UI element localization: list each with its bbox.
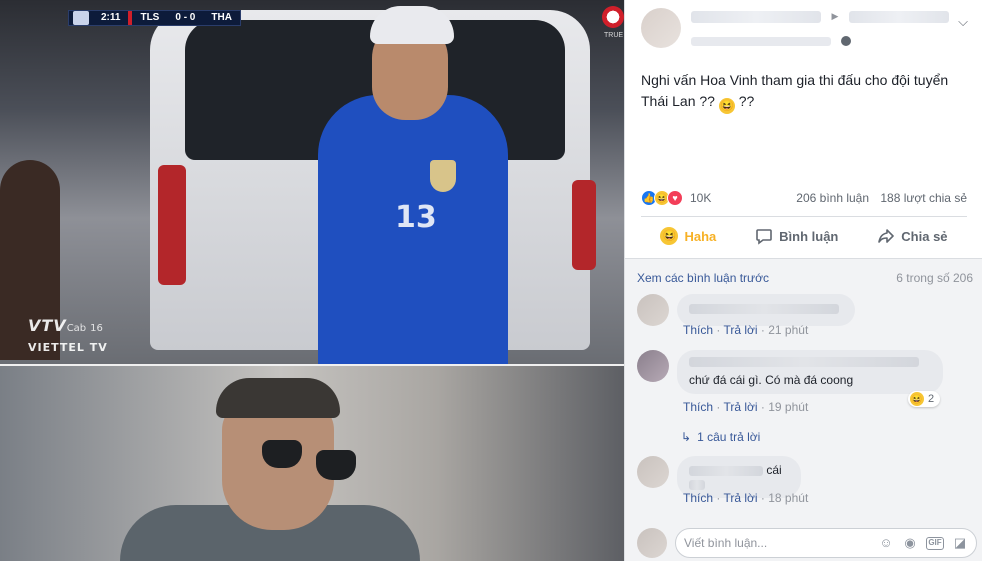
- comment-item: chứ đá cái gì. Có mà đá coong: [637, 350, 943, 394]
- reply-comment-link[interactable]: Trả lời: [723, 323, 757, 337]
- commenter-avatar[interactable]: [637, 456, 669, 488]
- match-score: 0 - 0: [175, 12, 196, 23]
- haha-icon: 😆: [910, 392, 924, 406]
- love-icon[interactable]: ♥: [667, 190, 683, 206]
- comment-text-blurred: [689, 479, 705, 490]
- reply-arrow-icon: ↳: [681, 430, 692, 444]
- channel-logo-text: TRUE: [604, 32, 624, 39]
- engagement-counts: 206 bình luận 188 lượt chia sẻ: [788, 191, 967, 205]
- post-text-line1: Nghi vấn Hoa Vinh tham gia thi đấu cho đ…: [641, 72, 949, 88]
- current-user-avatar[interactable]: [637, 528, 667, 558]
- page-root: 13 2:11 TLS 0 - 0 THA VTVCab 16 VIETTEL T…: [0, 0, 982, 561]
- comments-count[interactable]: 206 bình luận: [796, 191, 869, 205]
- comment-input-placeholder: Viết bình luận...: [684, 536, 768, 550]
- commenter-avatar[interactable]: [637, 294, 669, 326]
- watermark-sub: Cab: [66, 323, 87, 334]
- post-actions: 😆 Haha Bình luận Chia sẻ: [641, 219, 967, 253]
- post-photo[interactable]: 13 2:11 TLS 0 - 0 THA VTVCab 16 VIETTEL T…: [0, 0, 624, 561]
- reactions-count[interactable]: 10K: [690, 191, 711, 205]
- globe-icon: [841, 36, 852, 46]
- tournament-logo-icon: [73, 11, 89, 25]
- jersey-crest: [430, 160, 456, 192]
- comment-label: Bình luận: [779, 228, 839, 244]
- scoreboard: 2:11 TLS 0 - 0 THA: [68, 10, 241, 26]
- comment-time[interactable]: 21 phút: [768, 323, 808, 337]
- commenter-avatar[interactable]: [637, 350, 669, 382]
- like-comment-link[interactable]: Thích: [683, 400, 713, 414]
- commenter-name-blurred[interactable]: [689, 357, 919, 367]
- comment-icon: [755, 227, 773, 245]
- jersey-number: 13: [395, 200, 437, 235]
- post-timestamp-blurred[interactable]: [691, 36, 831, 46]
- comment-composer: Viết bình luận... ☺ ◉ GIF ◪: [637, 528, 977, 558]
- watermark-brand: VTV: [28, 316, 67, 335]
- laughing-emoji-icon: 😆: [718, 98, 735, 114]
- comment-meta: Thích · Trả lời · 18 phút: [683, 491, 809, 505]
- watermark-channel: 16: [90, 323, 103, 334]
- van-taillight-left: [158, 165, 186, 285]
- comment-button[interactable]: Bình luận: [755, 227, 838, 245]
- author-avatar[interactable]: [641, 8, 681, 48]
- reactions-summary: 👍 😆 ♥ 10K 206 bình luận 188 lượt chia sẻ: [641, 188, 967, 208]
- author-name-blurred[interactable]: [691, 10, 821, 23]
- like-comment-link[interactable]: Thích: [683, 491, 713, 505]
- view-previous-comments-link[interactable]: Xem các bình luận trước: [637, 271, 769, 285]
- caret-right-icon: ▶: [831, 11, 839, 22]
- comment-text: cái: [766, 463, 782, 477]
- haha-button[interactable]: 😆 Haha: [660, 227, 716, 245]
- comments-shown-count: 6 trong số 206: [896, 271, 973, 285]
- comment-text-blurred: [689, 303, 839, 314]
- comment-bubble: [677, 294, 855, 326]
- sunglasses-left-lens: [262, 440, 302, 468]
- post-text-line2-prefix: Thái Lan ??: [641, 93, 719, 109]
- replies-count: 1 câu trả lời: [697, 430, 761, 444]
- away-team: THA: [211, 12, 232, 23]
- comment-meta: Thích · Trả lời · 19 phút: [683, 400, 809, 414]
- portrait-hair: [216, 378, 340, 418]
- sticker-icon[interactable]: ◪: [952, 535, 968, 551]
- post-header: ▶ ⌵: [641, 8, 972, 54]
- view-replies-link[interactable]: ↳ 1 câu trả lời: [681, 430, 760, 444]
- comment-bubble: chứ đá cái gì. Có mà đá coong: [677, 350, 943, 394]
- match-time: 2:11: [101, 12, 121, 23]
- share-label: Chia sẻ: [901, 228, 948, 244]
- comment-input[interactable]: Viết bình luận... ☺ ◉ GIF ◪: [675, 528, 977, 558]
- share-icon: [877, 227, 895, 245]
- comment-time[interactable]: 19 phút: [768, 400, 808, 414]
- shares-count[interactable]: 188 lượt chia sẻ: [880, 191, 967, 205]
- smiley-icon[interactable]: ☺: [878, 535, 894, 551]
- page-name-blurred[interactable]: [848, 10, 949, 23]
- comment-reaction-badge[interactable]: 😆 2: [908, 391, 941, 407]
- sunglasses-right-lens: [316, 450, 356, 480]
- reply-comment-link[interactable]: Trả lời: [723, 400, 757, 414]
- broadcaster-watermark: VTVCab 16 VIETTEL TV: [28, 316, 108, 354]
- comment-meta: Thích · Trả lời · 21 phút: [683, 323, 809, 337]
- post-text: Nghi vấn Hoa Vinh tham gia thi đấu cho đ…: [641, 70, 961, 114]
- commenter-name-blurred[interactable]: [689, 465, 763, 476]
- comment-time[interactable]: 18 phút: [768, 491, 808, 505]
- post-text-line2-suffix: ??: [734, 93, 755, 109]
- camera-icon[interactable]: ◉: [902, 535, 918, 551]
- comment-item: [637, 294, 855, 326]
- post-side-panel: ▶ ⌵ Nghi vấn Hoa Vinh tham gia thi đấu c…: [624, 0, 982, 561]
- menu-chevron-icon[interactable]: ⌵: [958, 14, 968, 30]
- comment-text: chứ đá cái gì. Có mà đá coong: [689, 373, 854, 387]
- watermark-network: VIETTEL TV: [28, 341, 108, 354]
- comment-reaction-count: 2: [928, 393, 935, 405]
- share-button[interactable]: Chia sẻ: [877, 227, 948, 245]
- van-taillight-right: [572, 180, 596, 270]
- author-info: ▶: [691, 8, 951, 54]
- channel-logo-icon: [602, 6, 624, 28]
- like-comment-link[interactable]: Thích: [683, 323, 713, 337]
- home-team: TLS: [140, 12, 160, 23]
- divider: [641, 216, 967, 217]
- reply-comment-link[interactable]: Trả lời: [723, 491, 757, 505]
- haha-icon: 😆: [660, 227, 679, 245]
- haha-label: Haha: [684, 228, 717, 244]
- comments-header: Xem các bình luận trước 6 trong số 206: [637, 271, 973, 285]
- gif-icon[interactable]: GIF: [926, 536, 944, 550]
- player-hair: [370, 6, 454, 44]
